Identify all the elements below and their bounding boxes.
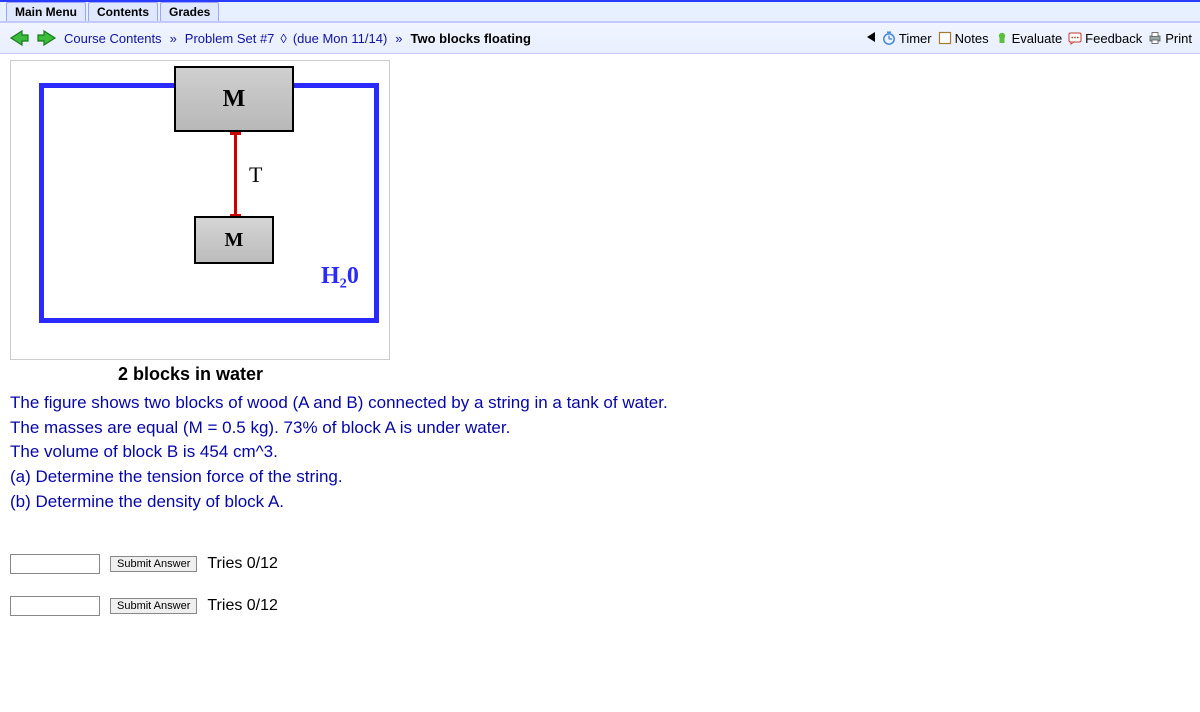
prev-triangle-icon[interactable] (866, 31, 876, 46)
problem-line-1: The figure shows two blocks of wood (A a… (10, 391, 1190, 416)
crumb-current: Two blocks floating (411, 31, 531, 46)
print-icon (1148, 31, 1162, 45)
tab-contents[interactable]: Contents (88, 2, 158, 21)
feedback-label: Feedback (1085, 31, 1142, 46)
submit-button-b[interactable]: Submit Answer (110, 598, 197, 614)
top-tabs: Main Menu Contents Grades (0, 0, 1200, 22)
notes-icon (938, 31, 952, 45)
tension-label: T (249, 162, 262, 188)
crumb-sep-2: » (395, 31, 402, 46)
answer-row-b: Submit Answer Tries 0/12 (10, 596, 1190, 616)
problem-text: The figure shows two blocks of wood (A a… (10, 391, 1190, 514)
timer-label: Timer (899, 31, 932, 46)
water-label: H₂0 (321, 263, 359, 290)
answer-row-a: Submit Answer Tries 0/12 (10, 554, 1190, 574)
problem-line-5: (b) Determine the density of block A. (10, 490, 1190, 515)
crumb-due: (due Mon 11/14) (293, 31, 387, 46)
clock-icon (882, 31, 896, 45)
notes-tool[interactable]: Notes (938, 31, 989, 46)
toolbar: Timer Notes Evaluate Feedback Print (866, 31, 1192, 46)
evaluate-tool[interactable]: Evaluate (995, 31, 1063, 46)
feedback-icon (1068, 31, 1082, 45)
problem-diagram: M T M H₂0 (10, 60, 390, 360)
tank: M T M H₂0 (39, 83, 379, 323)
content: M T M H₂0 2 blocks in water The figure s… (0, 54, 1200, 658)
tab-grades[interactable]: Grades (160, 2, 219, 21)
back-arrow-icon[interactable] (8, 27, 30, 49)
string (234, 134, 237, 216)
tries-a: Tries 0/12 (207, 555, 278, 573)
problem-line-2: The masses are equal (M = 0.5 kg). 73% o… (10, 416, 1190, 441)
evaluate-icon (995, 31, 1009, 45)
timer-tool[interactable]: Timer (882, 31, 932, 46)
block-a: M (174, 66, 294, 132)
forward-arrow-icon[interactable] (36, 27, 58, 49)
problem-line-3: The volume of block B is 454 cm^3. (10, 440, 1190, 465)
answer-input-b[interactable] (10, 596, 100, 616)
diagram-caption: 2 blocks in water (118, 364, 1190, 385)
tries-b: Tries 0/12 (207, 597, 278, 615)
tab-main-menu[interactable]: Main Menu (6, 2, 86, 21)
feedback-tool[interactable]: Feedback (1068, 31, 1142, 46)
answer-input-a[interactable] (10, 554, 100, 574)
crumb-problem-set[interactable]: Problem Set #7 (185, 31, 275, 46)
breadcrumb-bar: Course Contents » Problem Set #7 ◊ (due … (0, 22, 1200, 54)
submit-button-a[interactable]: Submit Answer (110, 556, 197, 572)
crumb-diamond: ◊ (280, 31, 286, 46)
print-label: Print (1165, 31, 1192, 46)
evaluate-label: Evaluate (1012, 31, 1063, 46)
notes-label: Notes (955, 31, 989, 46)
block-b: M (194, 216, 274, 264)
problem-line-4: (a) Determine the tension force of the s… (10, 465, 1190, 490)
crumb-sep-1: » (170, 31, 177, 46)
print-tool[interactable]: Print (1148, 31, 1192, 46)
crumb-course-contents[interactable]: Course Contents (64, 31, 162, 46)
